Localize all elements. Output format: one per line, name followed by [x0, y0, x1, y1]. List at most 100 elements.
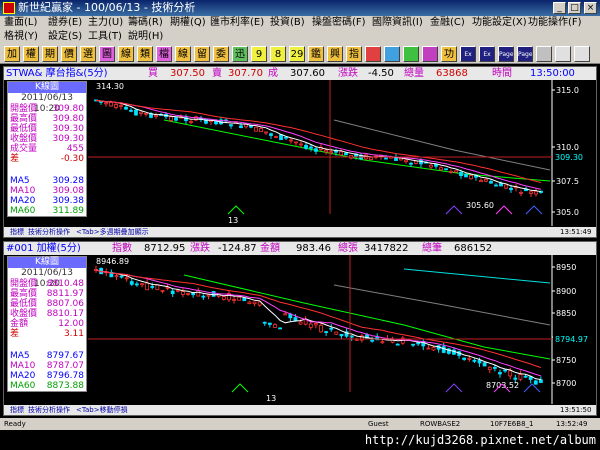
candle-body	[252, 301, 257, 305]
menu-item[interactable]: 投資(B)	[270, 17, 305, 29]
toolbar-button[interactable]	[384, 46, 400, 62]
toolbar-button[interactable]	[422, 46, 438, 62]
menu-item[interactable]: 匯市利率(E)	[210, 17, 264, 29]
candle-body	[160, 289, 165, 292]
menu-item[interactable]: 設定(S)	[48, 31, 82, 43]
subtool-item[interactable]: 技術分析操作	[28, 227, 70, 237]
x-axis-label: 13	[266, 394, 276, 403]
subtool-item[interactable]: 技術分析操作	[28, 405, 70, 415]
index-value: 8712.95	[144, 243, 186, 254]
cursor-price-label: 309.30	[555, 153, 583, 162]
toolbar-button[interactable]: 價	[61, 46, 77, 62]
candle-body	[134, 109, 138, 116]
menu-item[interactable]: 期權(Q)	[170, 17, 206, 29]
toolbar-button[interactable]	[403, 46, 419, 62]
menu-item[interactable]: 籌碼(R)	[128, 17, 163, 29]
candlestick-chart[interactable]: 315.0 310.0 307.5 305.0 309.30 314.30 305.60 13	[4, 80, 596, 226]
candle-body	[289, 139, 293, 142]
change-label: 漲跌	[190, 243, 210, 254]
menu-item[interactable]: 證券(E)	[48, 17, 82, 29]
candle-body	[409, 162, 413, 165]
candle-body	[299, 143, 303, 146]
toolbar-button[interactable]: 選	[80, 46, 96, 62]
toolbar-button[interactable]: 興	[327, 46, 343, 62]
toolbar-button[interactable]: 委	[213, 46, 229, 62]
toolbar-button[interactable]: 迅	[232, 46, 248, 62]
tick-label: 8900	[556, 287, 576, 296]
toolbar-button[interactable]	[536, 46, 552, 62]
menu-item[interactable]: 功能設定(X)	[472, 17, 527, 29]
menu-item[interactable]: 主力(U)	[88, 17, 123, 29]
close-button[interactable]: ×	[584, 2, 597, 14]
subtool-item[interactable]: 指標	[10, 405, 24, 415]
candle-body	[459, 171, 463, 177]
candle-body	[384, 157, 388, 160]
toolbar-button[interactable]: 線	[175, 46, 191, 62]
toolbar-button[interactable]: Ex	[460, 46, 476, 62]
menu-item[interactable]: 金融(C)	[430, 17, 465, 29]
candle-body	[124, 277, 129, 280]
toolbar-button[interactable]: Ex	[479, 46, 495, 62]
info-key: MA10	[10, 361, 36, 371]
toolbar-button[interactable]: Page	[498, 46, 514, 62]
menu-item[interactable]: 工具(T)	[88, 31, 122, 43]
info-value: 3.11	[63, 329, 84, 339]
toolbar-button[interactable]: 檔	[156, 46, 172, 62]
toolbar-button[interactable]: 加	[4, 46, 20, 62]
candle-body	[294, 141, 298, 144]
toolbar-button[interactable]: 9	[251, 46, 267, 62]
menu-item[interactable]: 說明(H)	[128, 31, 163, 43]
candle-body	[119, 104, 123, 107]
info-row: MA10 8787.07	[8, 361, 86, 371]
amount-label: 金額	[260, 243, 280, 254]
candle-body	[534, 190, 538, 195]
toolbar-button[interactable]: 功	[441, 46, 457, 62]
candle-body	[309, 146, 313, 149]
toolbar-button[interactable]: 29	[289, 46, 305, 62]
info-key: MA20	[10, 371, 36, 381]
subtool-item[interactable]: <Tab>多週期疊加顯示	[76, 227, 149, 237]
toolbar-button[interactable]	[365, 46, 381, 62]
menu-item[interactable]: 國際資訊(I)	[372, 17, 423, 29]
toolbar-button[interactable]: 8	[270, 46, 286, 62]
toolbar-button[interactable]: Page	[517, 46, 533, 62]
info-row: 收盤價 8810.17	[8, 309, 86, 319]
info-row: 收盤價 309.30	[8, 134, 86, 144]
toolbar-button[interactable]: 權	[23, 46, 39, 62]
maximize-button[interactable]: □	[568, 2, 581, 14]
info-row: 差 3.11	[8, 329, 86, 339]
candle-body	[334, 331, 339, 335]
menu-item[interactable]: 畫面(L)	[4, 17, 37, 29]
menu-item[interactable]: 操盤密碼(F)	[312, 17, 366, 29]
candle-body	[189, 121, 193, 123]
candle-body	[519, 191, 523, 194]
candle-body	[129, 109, 133, 112]
toolbar-button[interactable]: 鑑	[308, 46, 324, 62]
toolbar-button[interactable]: 期	[42, 46, 58, 62]
toolbar-button[interactable]: 圖	[99, 46, 115, 62]
index-label: 指數	[112, 243, 132, 254]
menu-item[interactable]: 格視(Y)	[4, 31, 38, 43]
info-title: K線圖	[8, 257, 86, 268]
candle-body	[439, 167, 443, 171]
subtool-item[interactable]: 指標	[10, 227, 24, 237]
candle-body	[114, 104, 118, 108]
candle-body	[370, 339, 375, 342]
candle-body	[482, 362, 487, 367]
toolbar-button[interactable]	[555, 46, 571, 62]
toolbar-button[interactable]: 留	[194, 46, 210, 62]
toolbar-button[interactable]: 線	[118, 46, 134, 62]
toolbar-button[interactable]: 類	[137, 46, 153, 62]
window-title: 新世紀贏家 - 100/06/13 - 技術分析	[18, 1, 196, 14]
sell-label: 賣	[212, 68, 222, 79]
menu-item[interactable]: 功能操作(F)	[528, 17, 582, 29]
count-label: 總筆	[422, 243, 442, 254]
minimize-button[interactable]: _	[553, 2, 566, 14]
info-row: MA5 8797.67	[8, 351, 86, 361]
candle-body	[273, 324, 277, 328]
toolbar-button[interactable]	[574, 46, 590, 62]
subtool-item[interactable]: <Tab>移動停損	[76, 405, 128, 415]
toolbar-button[interactable]: 指	[346, 46, 362, 62]
candlestick-chart[interactable]: 8950890088508800875087008794.978946.8987…	[4, 255, 596, 404]
candle-body	[462, 357, 467, 360]
